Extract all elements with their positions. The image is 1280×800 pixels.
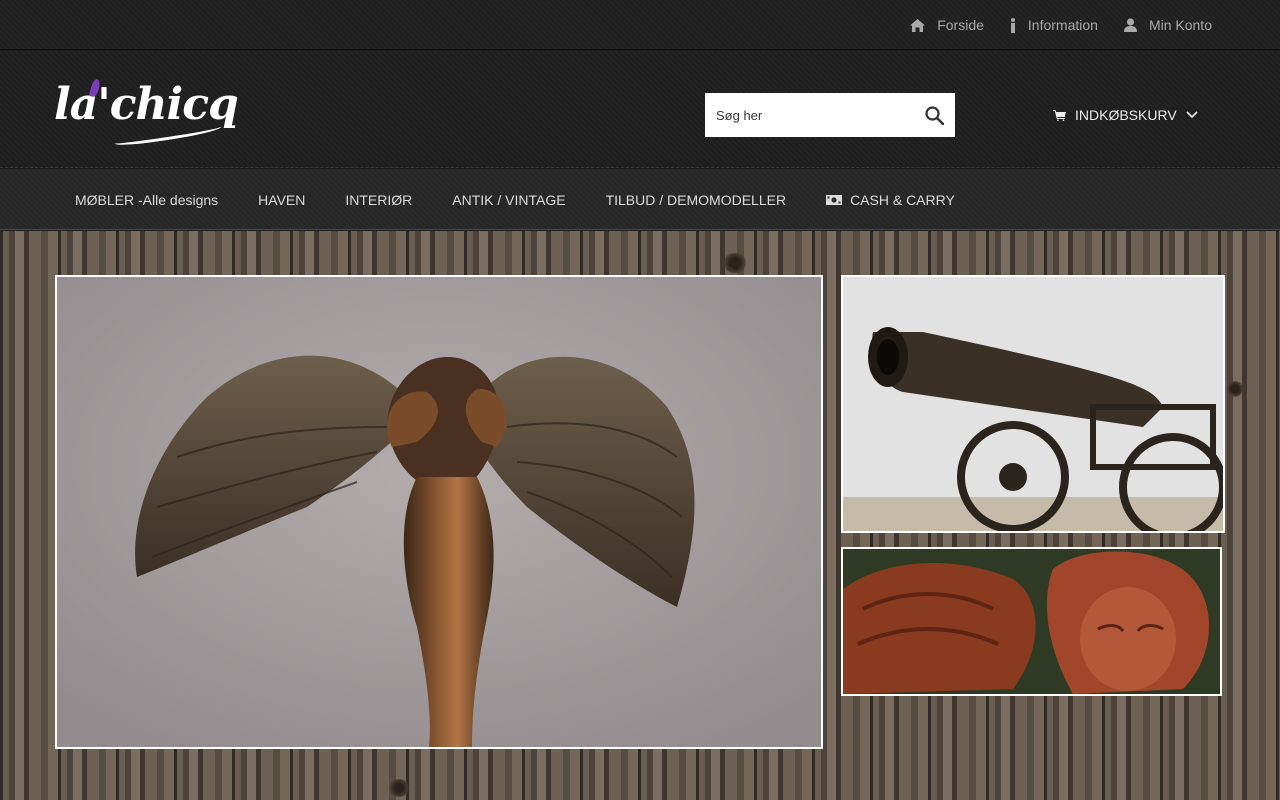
nav-item-garden[interactable]: HAVEN (238, 169, 325, 230)
rusty-angel-image (843, 549, 1220, 694)
top-nav-home[interactable]: Forside (910, 17, 984, 33)
search-button[interactable] (913, 93, 955, 137)
cannon-image (843, 277, 1223, 531)
top-nav-label: Information (1027, 17, 1098, 33)
site-header: la'chicq INDKØBSKURV (0, 51, 1280, 168)
search-input[interactable] (705, 93, 913, 137)
user-icon (1123, 18, 1137, 32)
nav-item-antique-vintage[interactable]: ANTIK / VINTAGE (432, 169, 585, 230)
nav-item-offers-demo[interactable]: TILBUD / DEMOMODELLER (586, 169, 806, 230)
banner-angel-statue[interactable] (55, 275, 823, 749)
wood-knot (388, 779, 410, 797)
cart-icon (1053, 109, 1066, 121)
angel-statue-image (57, 277, 821, 747)
chevron-down-icon (1186, 111, 1198, 119)
cart-button[interactable]: INDKØBSKURV (1053, 103, 1198, 127)
nav-item-interior[interactable]: INTERIØR (325, 169, 432, 230)
nav-item-label: INTERIØR (345, 191, 413, 208)
nav-item-label: ANTIK / VINTAGE (452, 191, 566, 208)
banner-rusty-angel[interactable] (841, 547, 1222, 696)
wood-knot (1226, 381, 1244, 397)
nav-item-furniture[interactable]: MØBLER -Alle designs (55, 169, 238, 230)
top-nav-label: Forside (937, 17, 984, 33)
top-nav-label: Min Konto (1148, 17, 1212, 33)
top-bar: Forside Information Min Konto (0, 0, 1280, 50)
nav-item-label: HAVEN (258, 191, 306, 208)
search-icon (924, 105, 944, 125)
info-icon (1010, 17, 1015, 33)
nav-item-label: CASH & CARRY (850, 191, 955, 208)
banner-cannon[interactable] (841, 275, 1225, 533)
wood-knot (722, 253, 748, 273)
top-nav: Forside Information Min Konto (910, 0, 1212, 50)
nav-item-label: TILBUD / DEMOMODELLER (605, 191, 787, 208)
nav-item-label: MØBLER -Alle designs (75, 191, 219, 208)
cart-label: INDKØBSKURV (1075, 107, 1177, 123)
logo[interactable]: la'chicq (54, 75, 239, 148)
main-nav: MØBLER -Alle designs HAVEN INTERIØR ANTI… (0, 169, 1280, 230)
nav-item-cash-carry[interactable]: CASH & CARRY (806, 169, 975, 230)
top-nav-account[interactable]: Min Konto (1123, 17, 1212, 33)
money-icon (826, 194, 843, 205)
search-box (705, 93, 955, 137)
home-icon (910, 18, 926, 32)
top-nav-information[interactable]: Information (1010, 17, 1098, 33)
